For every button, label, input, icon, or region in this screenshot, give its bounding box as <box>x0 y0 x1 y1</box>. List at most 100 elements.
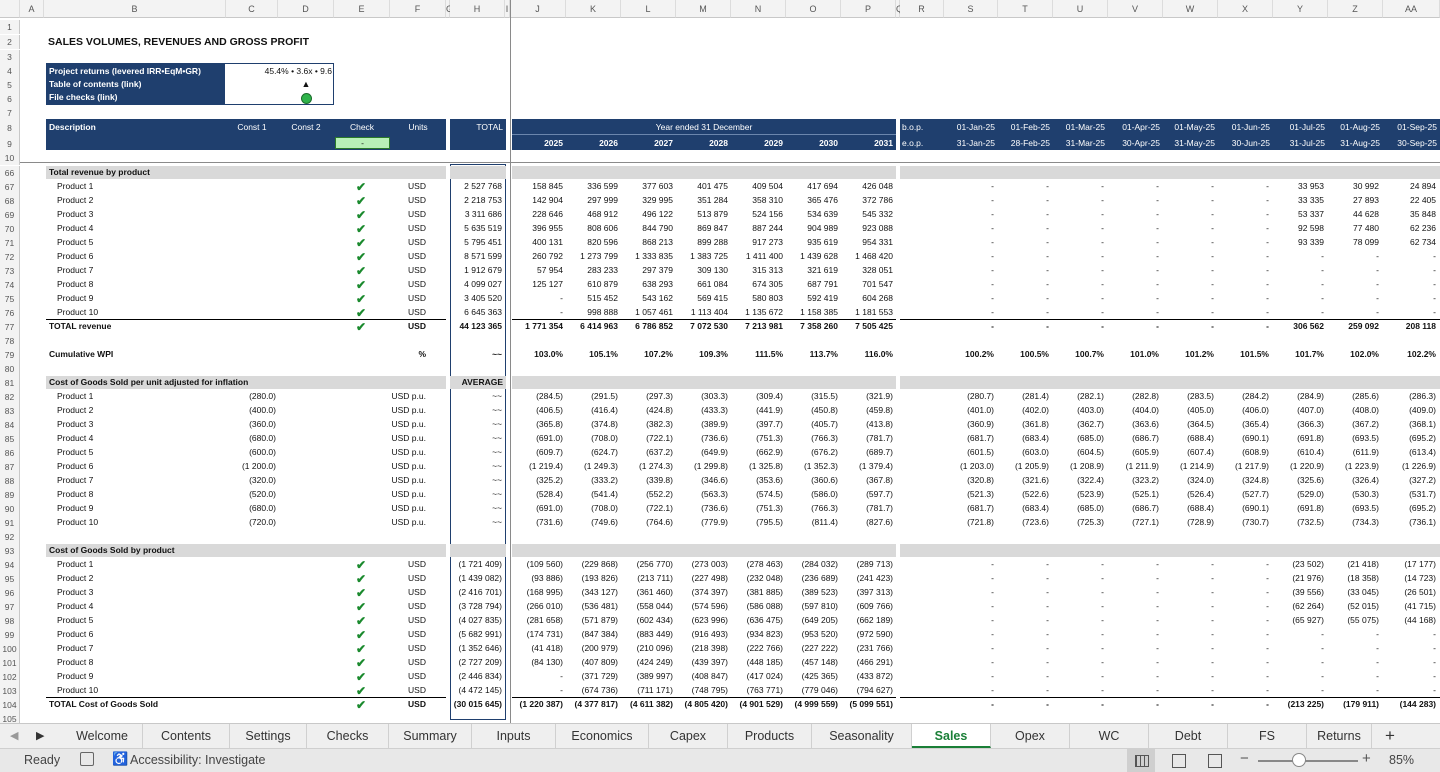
month-value[interactable]: 33 953 <box>1273 181 1324 191</box>
const1-value[interactable]: (720.0) <box>226 517 276 527</box>
year-value[interactable]: 417 694 <box>786 181 838 191</box>
month-value[interactable]: - <box>944 251 994 261</box>
year-value[interactable]: 400 131 <box>510 237 563 247</box>
month-value[interactable]: (366.3) <box>1273 419 1324 429</box>
const1-value[interactable]: (1 200.0) <box>226 461 276 471</box>
month-value[interactable]: 306 562 <box>1273 321 1324 331</box>
row-header[interactable]: 72 <box>0 250 20 264</box>
year-value[interactable]: (597.7) <box>841 489 893 499</box>
year-value[interactable]: 401 475 <box>676 181 728 191</box>
year-value[interactable]: (416.4) <box>566 405 618 415</box>
row-header[interactable]: 10 <box>0 151 20 165</box>
month-value[interactable]: 100.2% <box>944 349 994 359</box>
year-value[interactable]: (574 596) <box>676 601 728 611</box>
month-value[interactable]: (23 502) <box>1273 559 1324 569</box>
month-value[interactable]: (21 418) <box>1328 559 1379 569</box>
month-value[interactable]: (327.2) <box>1383 475 1436 485</box>
year-value[interactable]: 534 639 <box>786 209 838 219</box>
prev-sheet-icon[interactable]: ◀ <box>10 729 18 742</box>
info-box-label[interactable]: Table of contents (link) <box>49 79 141 89</box>
year-value[interactable]: (433.3) <box>676 405 728 415</box>
month-value[interactable]: (213 225) <box>1273 699 1324 709</box>
column-header-e[interactable]: E <box>334 0 390 18</box>
year-value[interactable]: (397 313) <box>841 587 893 597</box>
month-value[interactable]: - <box>1053 573 1104 583</box>
month-value[interactable]: - <box>944 629 994 639</box>
year-value[interactable]: (637.2) <box>621 447 673 457</box>
year-value[interactable]: 701 547 <box>841 279 893 289</box>
sheet-tab-checks[interactable]: Checks <box>307 724 389 748</box>
column-header-j[interactable]: J <box>510 0 566 18</box>
year-value[interactable]: (389 997) <box>621 671 673 681</box>
month-value[interactable]: (608.9) <box>1218 447 1269 457</box>
year-value[interactable]: (934 823) <box>731 629 783 639</box>
row-header[interactable]: 81 <box>0 376 20 390</box>
month-value[interactable]: - <box>1328 657 1379 667</box>
year-value[interactable]: (649.9) <box>676 447 728 457</box>
year-value[interactable]: 543 162 <box>621 293 673 303</box>
month-value[interactable]: - <box>944 643 994 653</box>
total-value[interactable]: (1 439 082) <box>450 573 502 583</box>
month-value[interactable]: - <box>944 559 994 569</box>
year-value[interactable]: 954 331 <box>841 237 893 247</box>
month-value[interactable]: (365.4) <box>1218 419 1269 429</box>
column-header-t[interactable]: T <box>998 0 1053 18</box>
year-value[interactable]: - <box>510 293 563 303</box>
year-value[interactable]: (731.6) <box>510 517 563 527</box>
total-value[interactable]: ~~ <box>450 405 502 415</box>
year-value[interactable]: (273 003) <box>676 559 728 569</box>
month-value[interactable]: - <box>944 615 994 625</box>
month-value[interactable]: - <box>1053 559 1104 569</box>
year-value[interactable]: 1 439 628 <box>786 251 838 261</box>
row-header[interactable]: 96 <box>0 586 20 600</box>
row-header[interactable]: 6 <box>0 92 20 106</box>
month-value[interactable]: (732.5) <box>1273 517 1324 527</box>
month-value[interactable]: - <box>1328 279 1379 289</box>
year-value[interactable]: 1 135 672 <box>731 307 783 317</box>
year-value[interactable]: 7 213 981 <box>731 321 783 331</box>
year-value[interactable]: (536 481) <box>566 601 618 611</box>
month-value[interactable]: - <box>1108 573 1159 583</box>
month-value[interactable]: - <box>1108 615 1159 625</box>
month-value[interactable]: (522.6) <box>998 489 1049 499</box>
month-value[interactable]: (727.1) <box>1108 517 1159 527</box>
month-value[interactable]: (324.8) <box>1218 475 1269 485</box>
month-value[interactable]: (686.7) <box>1108 503 1159 513</box>
column-header-n[interactable]: N <box>731 0 786 18</box>
contents-link-icon[interactable]: ▲ <box>300 79 312 89</box>
year-value[interactable]: (662 189) <box>841 615 893 625</box>
month-value[interactable]: (730.7) <box>1218 517 1269 527</box>
year-value[interactable]: 545 332 <box>841 209 893 219</box>
month-value[interactable]: (1 217.9) <box>1218 461 1269 471</box>
year-value[interactable]: (528.4) <box>510 489 563 499</box>
year-value[interactable]: 1 158 385 <box>786 307 838 317</box>
year-value[interactable]: (916 493) <box>676 629 728 639</box>
month-value[interactable]: (1 203.0) <box>944 461 994 471</box>
page-break-icon[interactable] <box>1208 754 1222 768</box>
month-value[interactable]: - <box>1218 643 1269 653</box>
month-value[interactable]: - <box>1108 293 1159 303</box>
file-checks-ok-icon[interactable] <box>301 93 312 104</box>
year-value[interactable]: 904 989 <box>786 223 838 233</box>
month-value[interactable]: 101.2% <box>1163 349 1214 359</box>
year-value[interactable]: (552.2) <box>621 489 673 499</box>
month-value[interactable]: - <box>1108 559 1159 569</box>
month-value[interactable]: (525.1) <box>1108 489 1159 499</box>
month-value[interactable]: (523.9) <box>1053 489 1104 499</box>
month-value[interactable]: - <box>1108 685 1159 695</box>
year-value[interactable]: (439 397) <box>676 657 728 667</box>
month-value[interactable]: - <box>998 657 1049 667</box>
total-value[interactable]: ~~ <box>450 489 502 499</box>
month-value[interactable]: - <box>1053 181 1104 191</box>
year-value[interactable]: 105.1% <box>566 349 618 359</box>
column-header-b[interactable]: B <box>44 0 226 18</box>
month-value[interactable]: - <box>1273 279 1324 289</box>
month-value[interactable]: - <box>998 195 1049 205</box>
month-value[interactable]: (403.0) <box>1053 405 1104 415</box>
total-value[interactable]: 1 912 679 <box>450 265 502 275</box>
row-header[interactable]: 66 <box>0 166 20 180</box>
year-value[interactable]: 111.5% <box>731 349 783 359</box>
month-value[interactable]: - <box>1163 559 1214 569</box>
column-header-c[interactable]: C <box>226 0 278 18</box>
zoom-slider-track[interactable] <box>1258 760 1358 762</box>
